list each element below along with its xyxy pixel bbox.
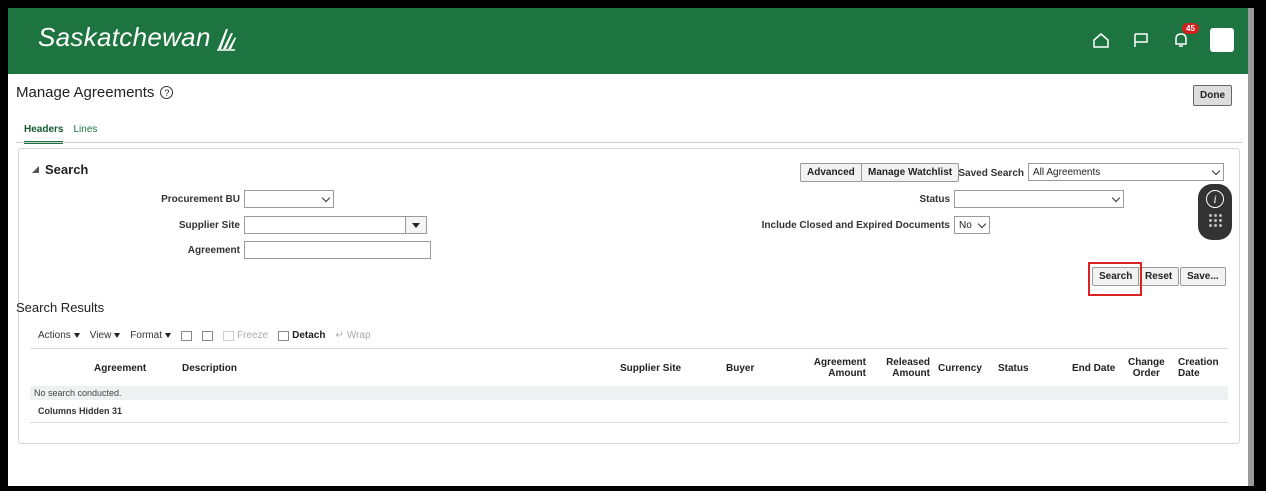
scrollbar[interactable] [1248, 8, 1254, 486]
page-title: Manage Agreements ? [16, 84, 174, 101]
home-icon[interactable] [1090, 29, 1112, 51]
saved-search-label: Saved Search [958, 168, 1024, 179]
reset-button[interactable]: Reset [1138, 267, 1180, 286]
save-button[interactable]: Save... [1180, 267, 1226, 286]
chevron-down-icon [977, 219, 987, 228]
brand-logo[interactable]: Saskatchewan [38, 22, 237, 53]
status-select[interactable] [954, 190, 1124, 208]
chevron-down-icon [1111, 193, 1121, 202]
column-status[interactable]: Status [998, 363, 1029, 374]
notification-badge: 45 [1182, 23, 1199, 34]
table-divider [30, 422, 1228, 423]
column-released-amount[interactable]: Released Amount [876, 357, 930, 379]
tab-lines[interactable]: Lines [73, 124, 97, 144]
column-creation-date[interactable]: Creation Date [1178, 357, 1219, 379]
search-section-header[interactable]: Search [32, 162, 88, 177]
advanced-button[interactable]: Advanced [800, 163, 862, 182]
wrap-icon: ↵ [335, 330, 344, 341]
supplier-site-input[interactable] [244, 216, 406, 234]
menu-triangle-icon [114, 333, 121, 338]
help-icon[interactable]: ? [160, 86, 174, 99]
wrap-button[interactable]: ↵ Wrap [335, 330, 370, 341]
filter-icon[interactable] [201, 330, 213, 341]
column-change-order[interactable]: Change Order [1128, 357, 1165, 379]
procurement-bu-select[interactable] [244, 190, 334, 208]
done-button[interactable]: Done [1193, 85, 1232, 106]
column-buyer[interactable]: Buyer [726, 363, 754, 374]
detach-button[interactable]: Detach [278, 330, 325, 341]
search-title: Search [45, 162, 89, 177]
info-icon[interactable]: i [1206, 190, 1224, 208]
chevron-down-icon [321, 193, 331, 202]
scrollbar-thumb[interactable] [1248, 8, 1254, 486]
columns-hidden-indicator[interactable]: Columns Hidden 31 [38, 406, 122, 416]
menu-triangle-icon [164, 333, 171, 338]
info-widget[interactable]: i [1198, 184, 1232, 240]
bell-icon[interactable]: 45 [1170, 23, 1199, 51]
flag-icon[interactable] [1130, 29, 1152, 51]
column-agreement-amount[interactable]: Agreement Amount [806, 357, 866, 379]
keypad-icon[interactable] [1208, 214, 1222, 227]
brand-name: Saskatchewan [38, 22, 211, 52]
include-closed-select[interactable]: No [954, 216, 990, 234]
page-title-text: Manage Agreements [16, 84, 155, 101]
column-currency[interactable]: Currency [938, 363, 982, 374]
global-header: Saskatchewan 45 [8, 8, 1248, 74]
agreement-label: Agreement [187, 245, 240, 256]
supplier-site-label: Supplier Site [178, 220, 240, 231]
view-menu[interactable]: View [90, 330, 121, 341]
column-supplier-site[interactable]: Supplier Site [620, 363, 681, 374]
supplier-site-lov-button[interactable] [405, 216, 427, 234]
procurement-bu-label: Procurement BU [161, 194, 240, 205]
saved-search-value: All Agreements [1033, 166, 1101, 178]
column-agreement[interactable]: Agreement [94, 363, 146, 374]
column-description[interactable]: Description [182, 363, 237, 374]
include-closed-label: Include Closed and Expired Documents [761, 220, 950, 231]
freeze-icon [222, 330, 234, 341]
saved-search-select[interactable]: All Agreements [1028, 163, 1224, 181]
tab-divider [16, 142, 1242, 143]
empty-results-message: No search conducted. [30, 386, 1228, 400]
tab-headers[interactable]: Headers [24, 124, 64, 144]
freeze-button[interactable]: Freeze [222, 330, 268, 341]
detach-icon [278, 330, 290, 341]
include-closed-value: No [959, 219, 972, 231]
menu-triangle-icon [73, 333, 80, 338]
query-by-example-icon[interactable] [180, 330, 192, 341]
collapse-triangle-icon[interactable] [32, 166, 39, 173]
column-end-date[interactable]: End Date [1072, 363, 1115, 374]
highlight-box [1088, 262, 1142, 296]
tab-bar: Headers Lines [24, 124, 97, 144]
actions-menu[interactable]: Actions [38, 330, 80, 341]
status-label: Status [919, 194, 950, 205]
columns-hidden-count: 31 [112, 406, 123, 416]
chevron-down-icon [1211, 166, 1221, 175]
search-results-title: Search Results [16, 300, 105, 315]
dropdown-triangle-icon [412, 222, 420, 228]
results-toolbar: Actions View Format Freeze Detach ↵ Wrap [38, 330, 371, 341]
user-avatar[interactable] [1210, 28, 1234, 52]
results-table-header: Agreement Description Supplier Site Buye… [30, 348, 1228, 386]
format-menu[interactable]: Format [130, 330, 171, 341]
manage-watchlist-button[interactable]: Manage Watchlist [861, 163, 960, 182]
agreement-input[interactable] [244, 241, 431, 259]
app-frame: Saskatchewan 45 Manage Agreements ? Done… [8, 8, 1254, 486]
wheat-logo-icon [216, 28, 236, 51]
